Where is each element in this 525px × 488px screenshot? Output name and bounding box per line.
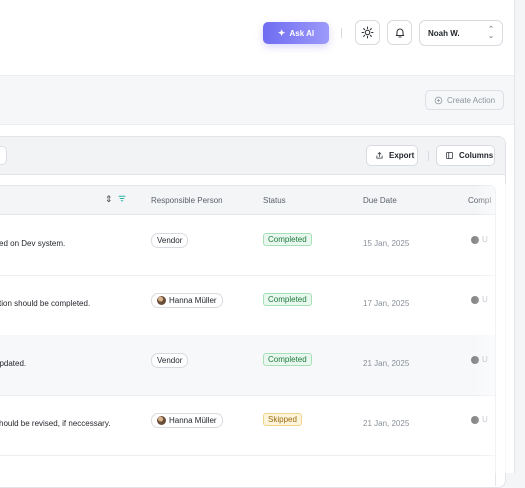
table-row[interactable]: xed on Dev system. Vendor Completed 15 J… [0,215,495,276]
completion-cell: U [471,235,488,244]
avatar [471,295,479,304]
completion-cell: U [471,355,488,364]
due-date: 17 Jan, 2025 [363,299,410,308]
row-description: xed on Dev system. [0,239,66,248]
toolbar-divider [428,151,429,161]
avatar [471,415,479,424]
avatar [157,416,166,425]
page: ✦ Ask AI Noah W. ⌃ ⌄ Create Action Expor… [0,0,515,488]
avatar [471,355,479,364]
theme-toggle-button[interactable] [355,20,380,45]
sun-icon [361,26,374,39]
completion-text: U [482,355,488,364]
user-name: Noah W. [428,28,460,38]
columns-icon [446,152,453,159]
user-select[interactable]: Noah W. ⌃ ⌄ [419,20,503,46]
col-completion[interactable]: Compl [468,196,491,205]
status-badge: Completed [263,233,312,246]
search-input[interactable] [0,146,7,165]
completion-cell: U [471,415,488,424]
due-date: 21 Jan, 2025 [363,359,410,368]
table-row[interactable]: updated. Vendor Completed 21 Jan, 2025 U [0,335,495,396]
plus-circle-icon [434,96,443,104]
col-status[interactable]: Status [263,196,286,205]
status-badge: Skipped [263,413,302,426]
header-divider [341,28,342,38]
table-header: ⇕ Responsible Person Status Due Date Com… [0,186,495,215]
ask-ai-label: Ask AI [289,28,315,38]
row-description: should be revised, if neccessary. [0,419,111,428]
avatar [471,235,479,244]
chevron-up-down-icon: ⌃ ⌄ [488,26,494,40]
person-chip: Vendor [151,353,189,368]
sort-icon[interactable]: ⇕ [105,194,113,205]
columns-button[interactable]: Columns [436,145,495,166]
export-label: Export [389,151,415,160]
col-due-date[interactable]: Due Date [363,196,397,205]
table-row[interactable]: should be revised, if neccessary. Hanna … [0,395,495,456]
person-name: Hanna Müller [169,416,217,425]
status-badge: Completed [263,293,312,306]
due-date: 15 Jan, 2025 [363,239,410,248]
export-button[interactable]: Export [366,145,418,166]
status-badge: Completed [263,353,312,366]
columns-label: Columns [459,151,494,160]
due-date: 21 Jan, 2025 [363,419,410,428]
upload-icon [376,151,383,159]
row-description: ction should be completed. [0,299,91,308]
completion-text: U [482,235,488,244]
create-action-button[interactable]: Create Action [425,90,504,110]
col-responsible-person[interactable]: Responsible Person [151,196,223,205]
bell-icon [395,28,404,38]
completion-text: U [482,415,488,424]
top-header: ✦ Ask AI Noah W. ⌃ ⌄ [0,0,514,76]
actions-table: ⇕ Responsible Person Status Due Date Com… [0,185,496,486]
person-chip: Hanna Müller [151,293,223,308]
completion-text: U [482,295,488,304]
create-action-label: Create Action [446,95,496,105]
actions-card: Export Columns ⇕ Responsible Person Stat… [0,136,506,488]
person-name: Vendor [157,356,183,365]
person-name: Hanna Müller [169,296,217,305]
sparkle-icon: ✦ [277,27,286,38]
ask-ai-button[interactable]: ✦ Ask AI [263,22,329,44]
person-chip: Vendor [151,233,189,248]
avatar [157,296,166,305]
person-name: Vendor [157,236,183,245]
person-chip: Hanna Müller [151,413,223,428]
notifications-button[interactable] [387,20,412,45]
table-toolbar: Export Columns [0,137,505,175]
table-row[interactable]: ction should be completed. Hanna Müller … [0,275,495,336]
completion-cell: U [471,295,488,304]
filter-icon[interactable] [117,194,127,205]
row-description: updated. [0,359,27,368]
